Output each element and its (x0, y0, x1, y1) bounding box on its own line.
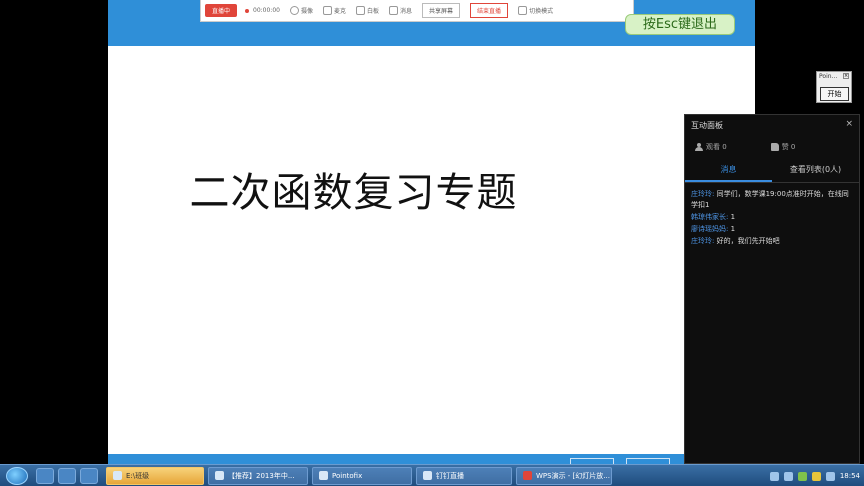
slide-title: 二次函数复习专题 (189, 170, 518, 216)
panel-title: 互动面板 (691, 120, 723, 130)
message-item: 庄玲玲: 同学们，数学课19:00点准时开始，在线同学扣1 (691, 189, 853, 211)
whiteboard-label: 白板 (367, 8, 380, 15)
taskbar-item-label: E:\班级 (126, 471, 150, 480)
end-live-button[interactable]: 结束直播 (470, 3, 509, 18)
panel-close-icon[interactable]: × (845, 119, 853, 129)
message-sender: 廖诗瑶妈妈: (691, 225, 729, 233)
pointofix-close-icon[interactable]: × (843, 73, 849, 79)
chat-button[interactable]: 消息 (389, 6, 412, 15)
quicklaunch-media-icon[interactable] (80, 467, 98, 484)
mic-icon (322, 6, 332, 15)
tab-messages[interactable]: 消息 (685, 159, 772, 182)
live-toolbar: 直播中 00:00:00 摄像 麦克 白板 消息 共享屏幕 结束直播 切换模式 (200, 0, 634, 22)
esc-exit-hint: 按Esc键退出 (625, 14, 735, 35)
folder-icon (113, 471, 122, 480)
quicklaunch-ie-icon[interactable] (36, 467, 54, 484)
tab-viewer-list[interactable]: 查看列表(0人) (772, 159, 859, 182)
live-status-badge[interactable]: 直播中 (205, 4, 238, 17)
mic-button[interactable]: 麦克 (322, 6, 346, 15)
clock[interactable]: 18:54 (840, 472, 860, 480)
pen-icon (319, 471, 328, 480)
security-icon[interactable] (797, 471, 807, 481)
viewer-count: 观看 0 (695, 142, 727, 152)
taskbar: E:\班级 【推荐】2013年中... Pointofix 钉钉直播 WPS演示… (0, 464, 864, 486)
thumbs-up-icon (770, 143, 779, 151)
taskbar-item-folder[interactable]: E:\班级 (106, 466, 204, 485)
mic-label: 麦克 (333, 8, 346, 15)
share-screen-button[interactable]: 共享屏幕 (422, 3, 461, 18)
quicklaunch-folder-icon[interactable] (58, 467, 76, 484)
slide-canvas[interactable] (108, 46, 755, 454)
taskbar-item-pointofix[interactable]: Pointofix (312, 466, 412, 485)
taskbar-item-label: Pointofix (332, 471, 363, 480)
chat-icon (389, 6, 399, 15)
panel-stats: 观看 0 赞 0 (685, 135, 859, 159)
shield-icon[interactable] (783, 471, 793, 481)
volume-icon[interactable] (825, 471, 835, 481)
switch-mode-button[interactable]: 切换模式 (518, 6, 553, 15)
wps-icon (523, 471, 532, 480)
pointofix-start-button[interactable]: 开始 (820, 87, 849, 101)
message-text: 1 (730, 225, 736, 233)
whiteboard-button[interactable]: 白板 (356, 6, 379, 15)
panel-tabs: 消息 查看列表(0人) (685, 159, 859, 183)
camera-icon (289, 6, 299, 15)
chat-label: 消息 (400, 8, 413, 15)
start-button[interactable] (6, 466, 28, 485)
like-count[interactable]: 赞 0 (770, 142, 796, 152)
panel-header: 互动面板 (685, 115, 859, 135)
slide-frame (108, 0, 755, 464)
taskbar-item-label: 钉钉直播 (436, 471, 464, 480)
pointofix-window: Poin... × 开始 (816, 71, 852, 103)
message-text: 1 (730, 213, 736, 221)
like-count-label: 赞 0 (781, 143, 796, 151)
live-timer: 00:00:00 (253, 7, 280, 14)
taskbar-item-label: WPS演示 - [幻灯片放... (536, 471, 610, 480)
update-icon[interactable] (811, 471, 821, 481)
message-item: 韩琼伟家长: 1 (691, 212, 853, 223)
recording-dot-icon (245, 8, 250, 13)
grid-icon (518, 6, 528, 15)
screen: 二次函数复习专题 直播中 00:00:00 摄像 麦克 白板 消息 共享屏幕 结… (0, 0, 864, 486)
taskbar-item-wps[interactable]: WPS演示 - [幻灯片放... (516, 466, 612, 485)
taskbar-item-browser[interactable]: 【推荐】2013年中... (208, 466, 308, 485)
message-text: 好的，我们先开始吧 (716, 237, 780, 245)
message-text: 同学们，数学课19:00点准时开始，在线同学扣1 (691, 190, 849, 209)
message-sender: 庄玲玲: (691, 237, 715, 245)
camera-label: 摄像 (300, 8, 313, 15)
taskbar-item-live[interactable]: 钉钉直播 (416, 466, 512, 485)
network-icon[interactable] (769, 471, 779, 481)
message-list: 庄玲玲: 同学们，数学课19:00点准时开始，在线同学扣1 韩琼伟家长: 1 廖… (685, 183, 859, 254)
message-sender: 韩琼伟家长: (691, 213, 729, 221)
camera-button[interactable]: 摄像 (289, 6, 313, 15)
viewer-count-label: 观看 0 (706, 143, 727, 151)
taskbar-item-label: 【推荐】2013年中... (228, 471, 295, 480)
message-item: 庄玲玲: 好的，我们先开始吧 (691, 236, 853, 247)
person-icon (695, 143, 703, 151)
interactive-panel: 互动面板 × 观看 0 赞 0 消息 查看列表(0人) 庄玲玲: 同学们，数学课… (684, 114, 860, 464)
message-item: 廖诗瑶妈妈: 1 (691, 224, 853, 235)
system-tray: 18:54 (769, 465, 860, 486)
whiteboard-icon (356, 6, 365, 15)
live-icon (423, 471, 432, 480)
message-sender: 庄玲玲: (691, 190, 715, 198)
browser-icon (215, 471, 224, 480)
switch-mode-label: 切换模式 (529, 8, 554, 15)
